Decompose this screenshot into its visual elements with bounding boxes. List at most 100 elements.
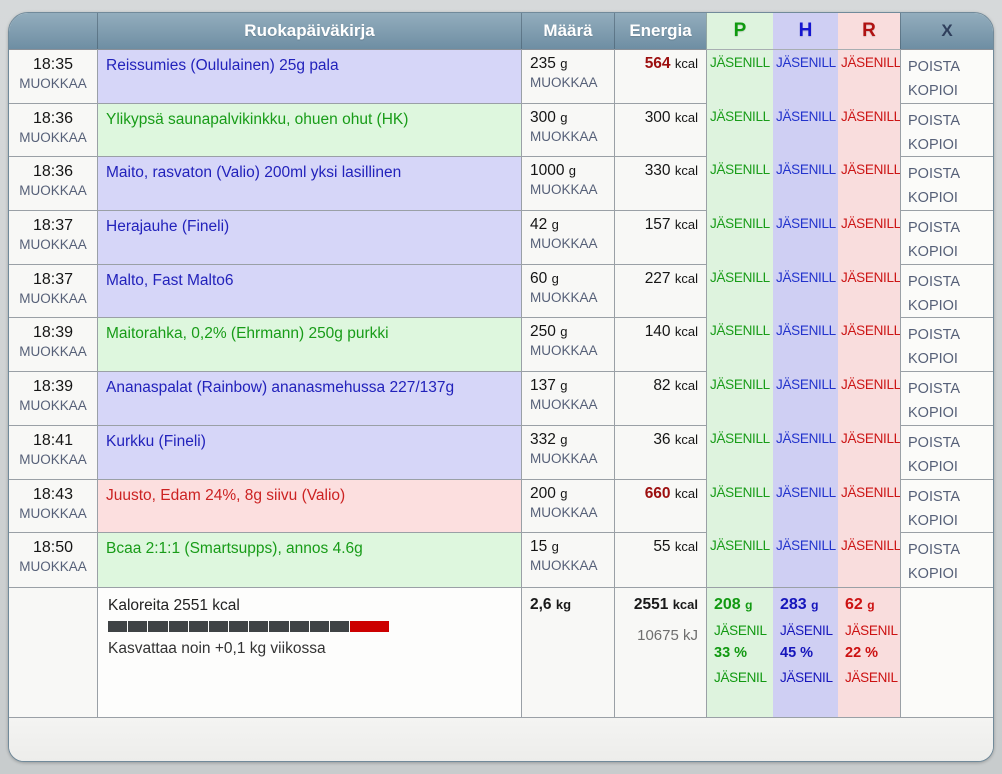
delete-link[interactable]: POISTA (908, 323, 989, 347)
carbs-members-cell: JÄSENILL (773, 157, 838, 211)
copy-link[interactable]: KOPIOI (908, 294, 989, 318)
carbs-members-link[interactable]: JÄSENILL (776, 323, 836, 338)
protein-members-link[interactable]: JÄSENILL (710, 109, 770, 124)
food-name-link[interactable]: Bcaa 2:1:1 (Smartsupps), annos 4.6g (106, 540, 363, 557)
fat-members-link[interactable]: JÄSENILL (841, 538, 900, 553)
delete-link[interactable]: POISTA (908, 377, 989, 401)
energy-cell: 564 kcal (614, 50, 706, 104)
food-name-link[interactable]: Herajauhe (Fineli) (106, 218, 229, 235)
protein-members-link[interactable]: JÄSENILL (710, 323, 770, 338)
carbs-members-link[interactable]: JÄSENILL (776, 162, 836, 177)
delete-link[interactable]: POISTA (908, 162, 989, 186)
edit-link[interactable]: MUOKKAA (9, 290, 97, 308)
edit-link[interactable]: MUOKKAA (9, 505, 97, 523)
fat-members-link[interactable]: JÄSENILL (841, 162, 900, 177)
food-name-link[interactable]: Juusto, Edam 24%, 8g siivu (Valio) (106, 487, 345, 504)
protein-members-link[interactable]: JÄSENILL (710, 162, 770, 177)
carbs-members-link[interactable]: JÄSENILL (776, 538, 836, 553)
carbs-members-cell: JÄSENILL (773, 426, 838, 480)
entry-time: 18:36 (9, 109, 97, 129)
delete-link[interactable]: POISTA (908, 485, 989, 509)
food-name-link[interactable]: Maito, rasvaton (Valio) 200ml yksi lasil… (106, 164, 401, 181)
protein-members-link[interactable]: JÄSENILL (710, 538, 770, 553)
edit-link[interactable]: MUOKKAA (9, 558, 97, 576)
delete-link[interactable]: POISTA (908, 216, 989, 240)
edit-link[interactable]: MUOKKAA (530, 557, 608, 575)
edit-link[interactable]: MUOKKAA (530, 289, 608, 307)
food-name-link[interactable]: Malto, Fast Malto6 (106, 272, 234, 289)
copy-link[interactable]: KOPIOI (908, 401, 989, 425)
carbs-members-cell: JÄSENILL (773, 480, 838, 534)
carbs-members-link[interactable]: JÄSENIL (780, 623, 836, 638)
delete-link[interactable]: POISTA (908, 431, 989, 455)
copy-link[interactable]: KOPIOI (908, 509, 989, 533)
fat-members-cell: JÄSENILL (838, 426, 900, 480)
edit-link[interactable]: MUOKKAA (9, 182, 97, 200)
delete-link[interactable]: POISTA (908, 109, 989, 133)
entry-time: 18:37 (9, 216, 97, 236)
copy-link[interactable]: KOPIOI (908, 240, 989, 264)
edit-link[interactable]: MUOKKAA (9, 236, 97, 254)
food-name-link[interactable]: Reissumies (Oululainen) 25g pala (106, 57, 339, 74)
time-cell: 18:36 MUOKKAA (9, 157, 97, 211)
delete-link[interactable]: POISTA (908, 270, 989, 294)
carbs-members-link[interactable]: JÄSENILL (776, 270, 836, 285)
copy-link[interactable]: KOPIOI (908, 347, 989, 371)
edit-link[interactable]: MUOKKAA (530, 450, 608, 468)
food-name-link[interactable]: Kurkku (Fineli) (106, 433, 206, 450)
fat-members-link[interactable]: JÄSENILL (841, 431, 900, 446)
protein-members-link[interactable]: JÄSENILL (710, 270, 770, 285)
carbs-members-link[interactable]: JÄSENILL (776, 109, 836, 124)
food-name-link[interactable]: Ananaspalat (Rainbow) ananasmehussa 227/… (106, 379, 454, 396)
fat-members-link[interactable]: JÄSENIL (845, 623, 898, 638)
fat-members-link[interactable]: JÄSENILL (841, 109, 900, 124)
copy-link[interactable]: KOPIOI (908, 186, 989, 210)
protein-members-link[interactable]: JÄSENIL (714, 623, 771, 638)
protein-members-link[interactable]: JÄSENILL (710, 377, 770, 392)
edit-link[interactable]: MUOKKAA (9, 343, 97, 361)
copy-link[interactable]: KOPIOI (908, 79, 989, 103)
protein-members-link[interactable]: JÄSENIL (714, 670, 771, 685)
food-name-cell: Maitorahka, 0,2% (Ehrmann) 250g purkki (97, 318, 521, 372)
edit-link[interactable]: MUOKKAA (9, 397, 97, 415)
amount-value: 137 g (530, 377, 608, 395)
edit-link[interactable]: MUOKKAA (530, 396, 608, 414)
carbs-members-link[interactable]: JÄSENILL (776, 431, 836, 446)
carbs-members-link[interactable]: JÄSENIL (780, 670, 836, 685)
edit-link[interactable]: MUOKKAA (9, 451, 97, 469)
copy-link[interactable]: KOPIOI (908, 133, 989, 157)
carbs-members-link[interactable]: JÄSENILL (776, 377, 836, 392)
fat-members-link[interactable]: JÄSENILL (841, 485, 900, 500)
fat-members-cell: JÄSENILL (838, 50, 900, 104)
food-name-link[interactable]: Ylikypsä saunapalvikinkku, ohuen ohut (H… (106, 111, 408, 128)
carbs-members-link[interactable]: JÄSENILL (776, 55, 836, 70)
fat-members-link[interactable]: JÄSENILL (841, 216, 900, 231)
fat-members-link[interactable]: JÄSENILL (841, 55, 900, 70)
summary-trend-text: Kasvattaa noin +0,1 kg viikossa (108, 640, 513, 658)
copy-link[interactable]: KOPIOI (908, 562, 989, 586)
edit-link[interactable]: MUOKKAA (530, 128, 608, 146)
delete-link[interactable]: POISTA (908, 538, 989, 562)
food-name-link[interactable]: Maitorahka, 0,2% (Ehrmann) 250g purkki (106, 325, 389, 342)
protein-members-link[interactable]: JÄSENILL (710, 485, 770, 500)
edit-link[interactable]: MUOKKAA (530, 342, 608, 360)
copy-link[interactable]: KOPIOI (908, 455, 989, 479)
protein-members-cell: JÄSENILL (706, 265, 773, 319)
edit-link[interactable]: MUOKKAA (9, 129, 97, 147)
edit-link[interactable]: MUOKKAA (530, 181, 608, 199)
edit-link[interactable]: MUOKKAA (530, 235, 608, 253)
fat-members-link[interactable]: JÄSENILL (841, 323, 900, 338)
delete-link[interactable]: POISTA (908, 55, 989, 79)
fat-members-link[interactable]: JÄSENIL (845, 670, 898, 685)
protein-members-link[interactable]: JÄSENILL (710, 431, 770, 446)
protein-members-link[interactable]: JÄSENILL (710, 216, 770, 231)
time-cell: 18:37 MUOKKAA (9, 265, 97, 319)
fat-members-link[interactable]: JÄSENILL (841, 270, 900, 285)
fat-members-link[interactable]: JÄSENILL (841, 377, 900, 392)
edit-link[interactable]: MUOKKAA (9, 75, 97, 93)
carbs-members-link[interactable]: JÄSENILL (776, 216, 836, 231)
carbs-members-link[interactable]: JÄSENILL (776, 485, 836, 500)
edit-link[interactable]: MUOKKAA (530, 504, 608, 522)
edit-link[interactable]: MUOKKAA (530, 74, 608, 92)
protein-members-link[interactable]: JÄSENILL (710, 55, 770, 70)
